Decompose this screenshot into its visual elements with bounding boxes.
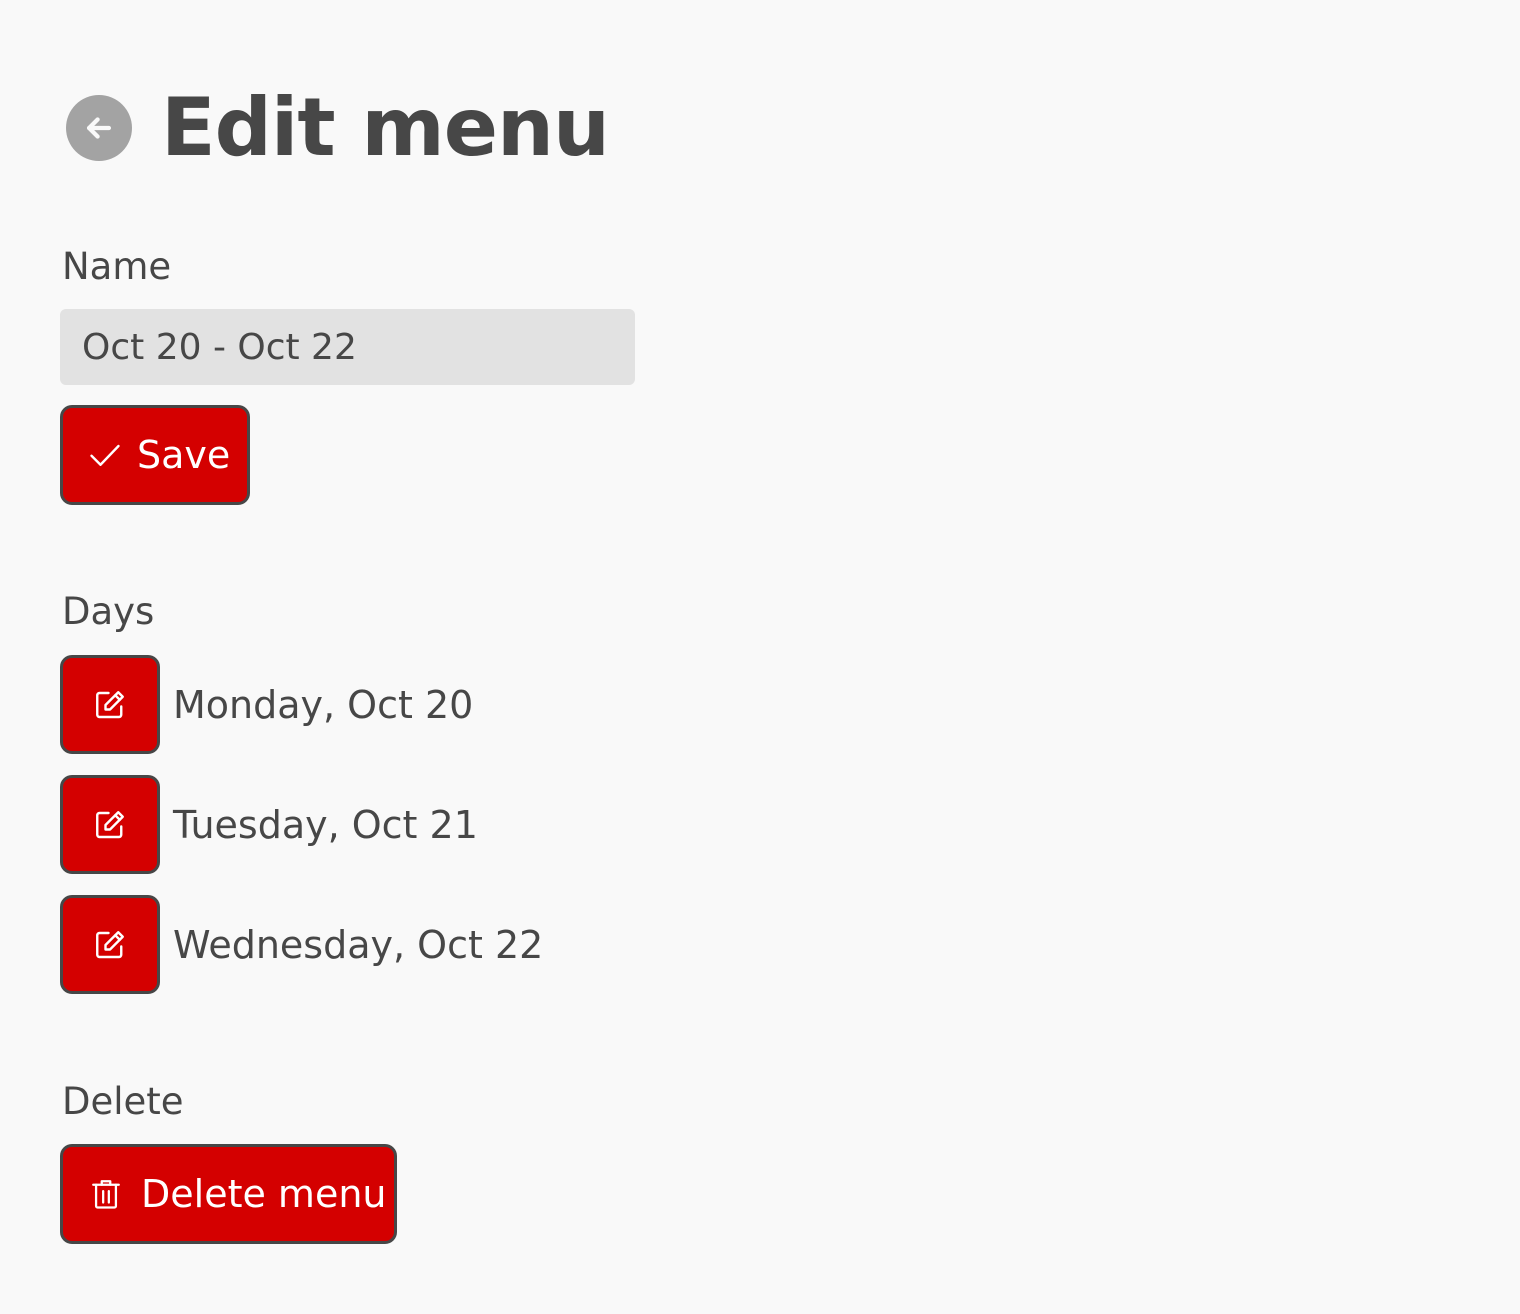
save-button[interactable]: Save — [60, 405, 250, 505]
delete-button-label: Delete menu — [141, 1172, 387, 1216]
arrow-left-icon — [86, 117, 112, 139]
save-button-label: Save — [137, 433, 231, 477]
edit-day-button-tuesday[interactable] — [60, 775, 160, 874]
delete-label: Delete — [62, 1080, 184, 1123]
edit-day-button-wednesday[interactable] — [60, 895, 160, 994]
edit-day-button-monday[interactable] — [60, 655, 160, 754]
day-row-monday: Monday, Oct 20 — [60, 655, 473, 754]
page-header: Edit menu — [66, 81, 610, 174]
name-label: Name — [62, 245, 172, 288]
day-row-wednesday: Wednesday, Oct 22 — [60, 895, 543, 994]
day-label: Monday, Oct 20 — [173, 682, 474, 727]
menu-name-input[interactable] — [60, 309, 635, 385]
edit-menu-page: Edit menu Name Save Days Monday, Oct 20 — [0, 0, 1520, 1314]
day-label: Tuesday, Oct 21 — [173, 802, 478, 847]
day-row-tuesday: Tuesday, Oct 21 — [60, 775, 478, 874]
days-label: Days — [62, 590, 155, 633]
back-button[interactable] — [66, 95, 132, 161]
trash-icon — [92, 1180, 120, 1209]
page-title: Edit menu — [161, 81, 610, 174]
check-icon — [90, 444, 120, 466]
edit-icon — [96, 930, 124, 958]
day-label: Wednesday, Oct 22 — [173, 922, 544, 967]
edit-icon — [96, 690, 124, 718]
edit-icon — [96, 810, 124, 838]
delete-menu-button[interactable]: Delete menu — [60, 1144, 397, 1244]
